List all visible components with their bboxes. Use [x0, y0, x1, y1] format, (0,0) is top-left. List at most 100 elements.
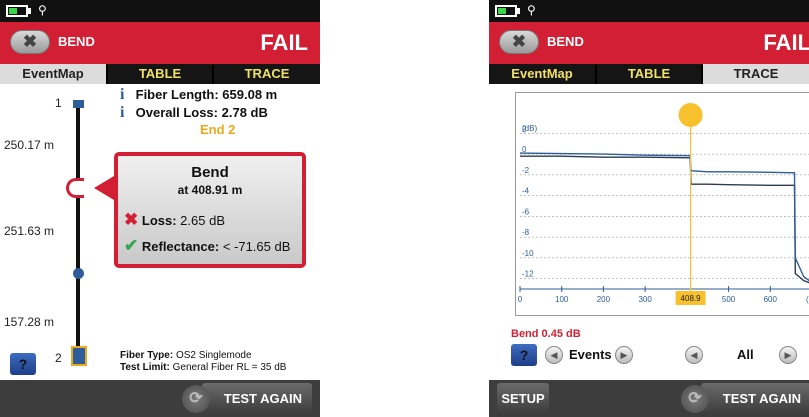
reflectance-row: ✔ Reflectance: < -71.65 dB	[124, 236, 290, 256]
segment-distance: 157.28 m	[4, 315, 55, 329]
y-tick-label: -6	[522, 207, 530, 216]
test-name: BEND	[58, 34, 95, 49]
next-all-button[interactable]: ▶	[779, 346, 797, 364]
y-tick-label: -12	[522, 270, 534, 279]
trace-series-line	[520, 155, 809, 284]
verdict-label: FAIL	[260, 30, 308, 55]
footer: ⟳ TEST AGAIN	[0, 380, 320, 417]
prev-all-button[interactable]: ◀	[685, 346, 703, 364]
y-tick-label: -10	[522, 249, 534, 258]
x-tick-label: 500	[722, 295, 736, 304]
chevron-left-icon: ◀	[550, 350, 558, 360]
loss-value: 2.65 dB	[180, 213, 225, 228]
tab-trace[interactable]: TRACE	[214, 64, 320, 84]
all-label: All	[737, 347, 754, 362]
fiber-length-label: Fiber Length:	[135, 87, 219, 102]
trace-plot[interactable]: (dB)20-2-4-6-8-10-120100200300500600(m40…	[516, 93, 809, 317]
event-popup[interactable]: Bend at 408.91 m ✖ Loss: 2.65 dB ✔ Refle…	[114, 152, 306, 268]
test-again-button[interactable]: ⟳ TEST AGAIN	[182, 383, 312, 414]
location-icon: ⚲	[527, 3, 536, 17]
tab-bar: EventMap TABLE TRACE	[0, 64, 320, 84]
splice-event-marker[interactable]	[73, 268, 84, 279]
x-tick-label: 600	[764, 295, 778, 304]
check-mark-icon: ✔	[124, 236, 139, 255]
end-node-number: 2	[55, 351, 62, 365]
events-label: Events	[569, 347, 612, 362]
trace-series-line	[519, 152, 809, 282]
x-pill-icon: ✖	[22, 32, 38, 51]
verdict-label: FAIL	[763, 30, 809, 55]
help-button[interactable]: ?	[511, 344, 537, 366]
y-tick-label: -2	[522, 166, 530, 175]
tab-bar: EventMap TABLE TRACE	[489, 64, 809, 84]
fiber-type-value: OS2 Singlemode	[175, 350, 252, 361]
back-button[interactable]: ✖	[499, 30, 539, 54]
tab-table[interactable]: TABLE	[108, 64, 212, 84]
tab-trace[interactable]: TRACE	[703, 64, 809, 84]
popup-position: at 408.91 m	[177, 183, 243, 197]
fiber-type-label: Fiber Type:	[120, 350, 174, 361]
y-tick-label: -4	[522, 187, 530, 196]
fiber-length-value: 659.08 m	[222, 87, 278, 102]
segment-distance: 250.17 m	[4, 138, 55, 152]
bend-readout: Bend 0.45 dB	[511, 328, 581, 340]
loss-row: ✖ Loss: 2.65 dB	[124, 210, 225, 230]
start-connector[interactable]	[73, 100, 84, 108]
x-tick-label: 100	[555, 295, 569, 304]
back-button[interactable]: ✖	[10, 30, 50, 54]
x-tick-label: 200	[597, 295, 611, 304]
chevron-left-icon: ◀	[690, 350, 698, 360]
start-node-number: 1	[55, 96, 62, 110]
fiber-line	[76, 104, 80, 366]
test-again-label: TEST AGAIN	[223, 391, 302, 406]
tab-eventmap[interactable]: EventMap	[489, 64, 595, 84]
prev-event-button[interactable]: ◀	[545, 346, 563, 364]
location-icon: ⚲	[38, 3, 47, 17]
fiber-type-row: Fiber Type: OS2 Singlemode	[120, 350, 252, 361]
status-bar: ⚲	[489, 0, 809, 22]
bend-event-marker[interactable]	[66, 178, 84, 198]
refresh-icon: ⟳	[182, 385, 210, 413]
overall-loss-value: 2.78 dB	[221, 105, 268, 120]
header: ✖ BEND FAIL	[489, 22, 809, 64]
x-mark-icon: ✖	[124, 210, 139, 229]
refresh-icon: ⟳	[681, 385, 709, 413]
overall-loss-row: i Overall Loss: 2.78 dB	[120, 104, 268, 122]
popup-pointer	[94, 176, 114, 200]
reflectance-value: < -71.65 dB	[222, 239, 291, 254]
y-tick-label: 2	[522, 124, 527, 133]
trace-chart[interactable]: (dB)20-2-4-6-8-10-120100200300500600(m40…	[515, 92, 809, 316]
eventmap-screen: ⚲ ✖ BEND FAIL EventMap TABLE TRACE 1 250…	[0, 0, 320, 417]
tab-eventmap[interactable]: EventMap	[0, 64, 106, 84]
help-button[interactable]: ?	[10, 353, 36, 375]
x-tick-label: 300	[638, 295, 652, 304]
x-tick-label: 0	[518, 295, 523, 304]
info-icon: i	[120, 86, 125, 103]
cursor-readout-label: 408.9	[681, 294, 702, 303]
end-connector[interactable]	[71, 346, 87, 366]
test-again-button[interactable]: ⟳ TEST AGAIN	[681, 383, 809, 414]
end-label: End 2	[200, 122, 236, 137]
battery-icon	[6, 5, 28, 17]
x-pill-icon: ✖	[511, 32, 527, 51]
popup-title: Bend	[191, 164, 229, 181]
status-bar: ⚲	[0, 0, 320, 22]
battery-icon	[495, 5, 517, 17]
fiber-length-row: i Fiber Length: 659.08 m	[120, 86, 277, 104]
cursor-handle	[678, 103, 703, 127]
test-limit-value: General Fiber RL = 35 dB	[172, 362, 287, 373]
reflectance-label: Reflectance:	[141, 239, 220, 254]
test-again-label: TEST AGAIN	[722, 391, 801, 406]
tab-table[interactable]: TABLE	[597, 64, 701, 84]
segment-distance: 251.63 m	[4, 224, 55, 238]
test-limit-label: Test Limit:	[120, 362, 170, 373]
chevron-right-icon: ▶	[784, 350, 792, 360]
y-tick-label: -8	[522, 228, 530, 237]
chevron-right-icon: ▶	[620, 350, 628, 360]
test-name: BEND	[547, 34, 584, 49]
footer: SETUP ⟳ TEST AGAIN	[489, 380, 809, 417]
next-event-button[interactable]: ▶	[615, 346, 633, 364]
setup-button[interactable]: SETUP	[497, 383, 549, 414]
header: ✖ BEND FAIL	[0, 22, 320, 64]
loss-label: Loss:	[141, 213, 177, 228]
